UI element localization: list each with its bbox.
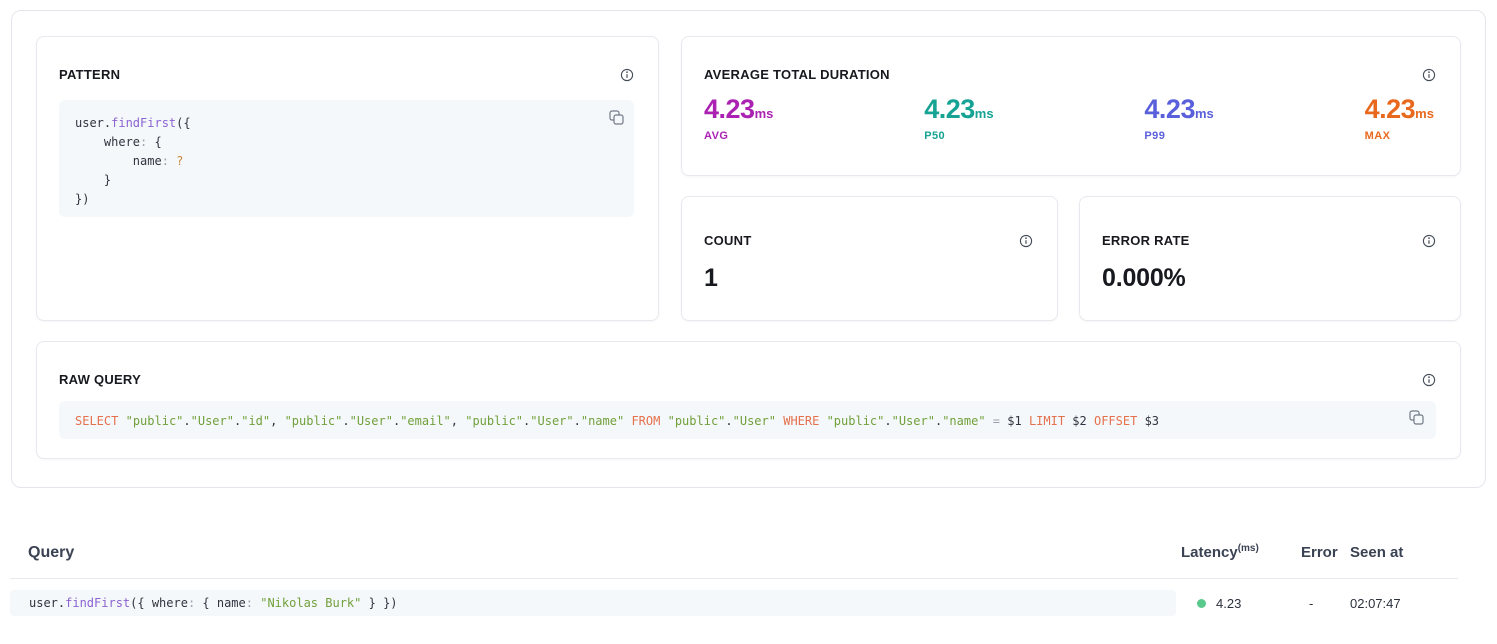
latency-unit-superscript: (ms) [1238, 543, 1259, 554]
pattern-card: PATTERN user.findFirst({ where: [36, 36, 659, 321]
query-cell: user.findFirst({ where: { name: "Nikolas… [10, 590, 1176, 616]
info-icon [1422, 234, 1436, 248]
column-header-latency: Latency(ms) [1181, 543, 1301, 561]
duration-info-button[interactable] [1422, 68, 1436, 82]
error-rate-title: ERROR RATE [1102, 233, 1190, 248]
info-icon [1019, 234, 1033, 248]
raw-query-title: RAW QUERY [59, 372, 141, 387]
duration-title: AVERAGE TOTAL DURATION [704, 67, 890, 82]
column-header-query: Query [10, 544, 1181, 562]
error-rate-value: 0.000% [1102, 264, 1436, 293]
stat-p99-unit: ms [1195, 106, 1214, 121]
stat-p99-value: 4.23ms [1144, 96, 1213, 123]
insights-panel: PATTERN user.findFirst({ where: [11, 10, 1486, 488]
stat-max-label: MAX [1365, 130, 1434, 142]
info-icon [1422, 68, 1436, 82]
stat-avg-unit: ms [755, 106, 774, 121]
count-card: COUNT 1 [681, 196, 1058, 321]
stat-avg-value: 4.23ms [704, 96, 773, 123]
duration-stats-row: 4.23ms AVG 4.23ms P50 4.23ms P99 4.23ms … [704, 96, 1436, 142]
stat-avg-label: AVG [704, 130, 773, 142]
raw-query-copy-button[interactable] [1409, 410, 1424, 425]
table-header-row: Query Latency(ms) Error Seen at [10, 488, 1458, 578]
table-row[interactable]: user.findFirst({ where: { name: "Nikolas… [10, 590, 1458, 616]
duration-card-header: AVERAGE TOTAL DURATION [704, 67, 1436, 82]
stat-p50-value: 4.23ms [924, 96, 993, 123]
stat-avg: 4.23ms AVG [704, 96, 773, 142]
info-icon [1422, 373, 1436, 387]
count-card-header: COUNT [704, 233, 1033, 248]
raw-query-card: RAW QUERY SELECT "public"."User"."id", "… [36, 341, 1461, 459]
stat-p50: 4.23ms P50 [924, 96, 993, 142]
table-header-divider [10, 578, 1458, 579]
error-rate-card: ERROR RATE 0.000% [1079, 196, 1461, 321]
copy-icon [1409, 410, 1424, 425]
latency-status-dot [1197, 599, 1206, 608]
latency-header-text: Latency [1181, 544, 1238, 561]
stat-max-unit: ms [1415, 106, 1434, 121]
count-value: 1 [704, 264, 1033, 293]
column-header-seen-at: Seen at [1348, 544, 1458, 561]
stat-p99-label: P99 [1144, 130, 1213, 142]
seen-at-cell: 02:07:47 [1348, 596, 1458, 611]
stat-max-value: 4.23ms [1365, 96, 1434, 123]
query-table: Query Latency(ms) Error Seen at user.fin… [10, 488, 1458, 616]
top-cards-area: PATTERN user.findFirst({ where: [36, 36, 1461, 321]
query-code: user.findFirst({ where: { name: "Nikolas… [10, 590, 1176, 616]
average-total-duration-card: AVERAGE TOTAL DURATION 4.23ms AVG [681, 36, 1461, 176]
pattern-info-button[interactable] [620, 68, 634, 82]
latency-value: 4.23 [1216, 596, 1241, 611]
raw-query-card-header: RAW QUERY [59, 372, 1436, 387]
error-cell: - [1301, 596, 1348, 611]
stat-p50-label: P50 [924, 130, 993, 142]
stat-max-number: 4.23 [1365, 94, 1416, 124]
stat-p99: 4.23ms P99 [1144, 96, 1213, 142]
stat-p99-number: 4.23 [1144, 94, 1195, 124]
error-rate-card-header: ERROR RATE [1102, 233, 1436, 248]
error-rate-info-button[interactable] [1422, 234, 1436, 248]
count-info-button[interactable] [1019, 234, 1033, 248]
stat-p50-unit: ms [975, 106, 994, 121]
metrics-column: AVERAGE TOTAL DURATION 4.23ms AVG [681, 36, 1461, 321]
raw-query-code-block: SELECT "public"."User"."id", "public"."U… [59, 401, 1436, 439]
raw-query-info-button[interactable] [1422, 373, 1436, 387]
stat-p50-number: 4.23 [924, 94, 975, 124]
pattern-card-header: PATTERN [59, 67, 634, 82]
column-header-error: Error [1301, 544, 1348, 561]
pattern-title: PATTERN [59, 67, 120, 82]
stat-avg-number: 4.23 [704, 94, 755, 124]
copy-icon [609, 110, 624, 125]
pattern-copy-button[interactable] [609, 110, 624, 125]
count-title: COUNT [704, 233, 752, 248]
latency-cell: 4.23 [1181, 596, 1301, 611]
info-icon [620, 68, 634, 82]
stat-max: 4.23ms MAX [1365, 96, 1434, 142]
count-error-row: COUNT 1 ERROR RATE [681, 196, 1461, 321]
pattern-code-block: user.findFirst({ where: { name: ? }}) [59, 100, 634, 217]
